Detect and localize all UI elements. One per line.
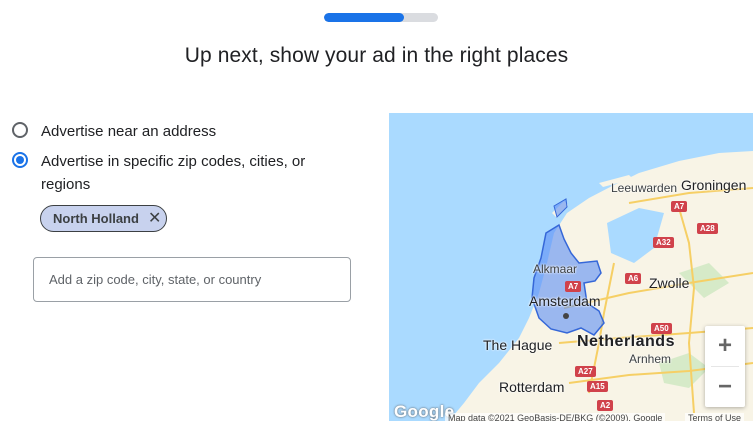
road-shield: A50 <box>651 323 672 334</box>
radio-near-address[interactable] <box>12 122 28 138</box>
option-near-address[interactable]: Advertise near an address <box>12 120 216 143</box>
ad-location-page: Up next, show your ad in the right place… <box>0 0 753 421</box>
map-label-amsterdam: Amsterdam <box>529 293 601 309</box>
map-attribution: Map data ©2021 GeoBasis-DE/BKG (©2009), … <box>445 413 666 421</box>
option-specific-regions-label: Advertise in specific zip codes, cities,… <box>41 153 306 193</box>
page-title: Up next, show your ad in the right place… <box>184 44 569 67</box>
map-label-rotterdam: Rotterdam <box>499 379 565 395</box>
road-shield: A6 <box>625 273 642 284</box>
city-dot <box>563 313 569 319</box>
progress-bar-fill <box>324 13 404 22</box>
road-shield: A27 <box>575 366 596 377</box>
road-shield: A32 <box>653 237 674 248</box>
progress-bar <box>324 13 438 22</box>
map-label-leeuwarden: Leeuwarden <box>611 181 678 195</box>
map-label-groningen: Groningen <box>681 177 747 193</box>
close-icon[interactable]: ✕ <box>148 210 161 227</box>
region-chip: North Holland ✕ <box>40 205 167 232</box>
option-near-address-label: Advertise near an address <box>41 123 217 140</box>
map-label-netherlands: Netherlands <box>577 333 675 350</box>
terms-of-use-link[interactable]: Terms of Use <box>685 413 745 421</box>
zoom-in-button[interactable]: + <box>705 326 745 366</box>
zoom-control: + − <box>705 326 745 407</box>
road-shield: A15 <box>587 381 608 392</box>
option-specific-regions[interactable]: Advertise in specific zip codes, cities,… <box>12 150 342 196</box>
location-search-input[interactable] <box>33 257 351 302</box>
road-shield: A7 <box>671 201 688 212</box>
map-label-arnhem: Arnhem <box>629 352 672 366</box>
map-label-the-hague: The Hague <box>483 337 553 353</box>
region-chip-label: North Holland <box>53 211 139 226</box>
map-label-alkmaar: Alkmaar <box>533 262 578 276</box>
map-label-zwolle: Zwolle <box>649 275 690 291</box>
road-shield: A28 <box>697 223 718 234</box>
radio-specific-regions[interactable] <box>12 152 28 168</box>
region-highlight <box>553 198 568 218</box>
road-shield: A7 <box>565 281 582 292</box>
zoom-out-button[interactable]: − <box>705 367 745 407</box>
road-shield: A2 <box>597 400 614 411</box>
map-view[interactable]: Leeuwarden Groningen Alkmaar Amsterdam Z… <box>389 113 753 421</box>
